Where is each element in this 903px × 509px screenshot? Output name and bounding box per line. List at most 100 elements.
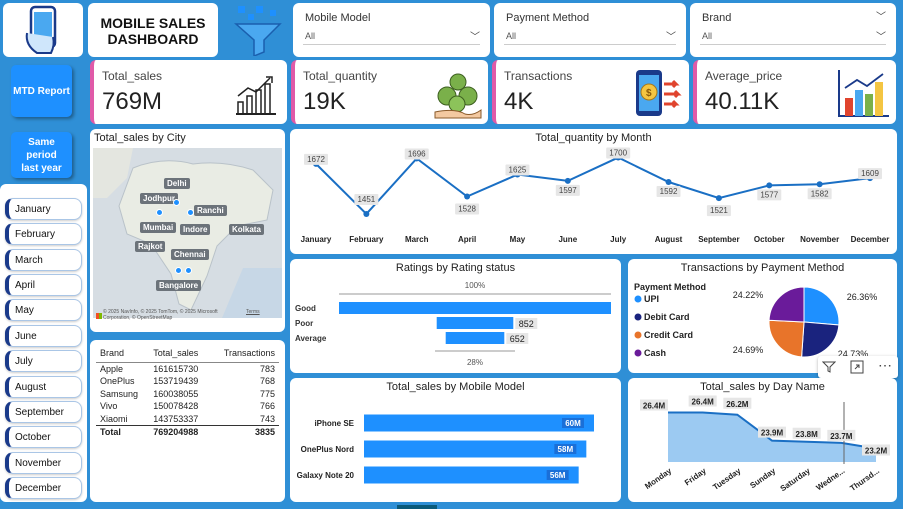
city-bubble[interactable] [187, 209, 194, 216]
kpi-label: Average_price [705, 69, 783, 83]
city-label-bangalore[interactable]: Bangalore [156, 280, 202, 291]
page-tab-indicator [397, 505, 437, 509]
more-options-icon[interactable]: ⋯ [878, 357, 892, 374]
kpi-label: Total_quantity [303, 69, 378, 83]
annotation: 28% [467, 358, 483, 367]
brand-slicer[interactable]: Brand ﹀ ﹀ All [690, 3, 896, 57]
month-button-may[interactable]: May [5, 299, 82, 321]
data-label: 56M [550, 471, 566, 480]
x-tick-label: June [558, 235, 577, 244]
data-label: 23.7M [830, 432, 853, 441]
cell: 160038055 [153, 388, 199, 399]
month-button-june[interactable]: June [5, 325, 82, 347]
city-label-delhi[interactable]: Delhi [164, 178, 190, 189]
mobile-model-slicer[interactable]: Mobile Model ﹀ All [293, 3, 490, 57]
table-header-row: Brand Total_sales Transactions [96, 346, 279, 363]
legend-marker [634, 295, 642, 303]
x-tick-label: Thursd... [848, 466, 881, 493]
filter-icon[interactable] [822, 360, 836, 374]
bar [364, 440, 587, 458]
x-tick-label: November [800, 235, 839, 244]
cell: 143753337 [153, 413, 199, 424]
kpi-label: Transactions [504, 69, 573, 83]
data-point [816, 181, 823, 188]
focus-mode-icon[interactable] [850, 360, 864, 374]
city-label-kolkata[interactable]: Kolkata [229, 224, 264, 235]
data-label: 1625 [509, 166, 527, 175]
kpi-value: 769M [102, 88, 163, 115]
city-label-ranchi[interactable]: Ranchi [194, 205, 227, 216]
data-label: 60M [565, 419, 581, 428]
slicer-dropdown[interactable]: All [504, 27, 676, 45]
data-label: 1451 [357, 195, 375, 204]
table-row: Samsung 160038055 775 [96, 388, 279, 401]
column-header[interactable]: Brand [96, 346, 150, 363]
map-attribution: © 2025 NavInfo, © 2025 TomTom, © 2025 Mi… [103, 309, 218, 321]
ratings-funnel-chart[interactable]: 100% Good Poor 852 Average 652 28% [290, 259, 621, 373]
legend-label: UPI [644, 294, 659, 304]
legend-marker [634, 331, 642, 339]
data-point [363, 210, 370, 217]
data-label: 1582 [811, 189, 829, 198]
month-button-december[interactable]: December [5, 477, 82, 499]
map-title: Total_sales by City [94, 132, 186, 144]
bar [436, 317, 514, 329]
bar [364, 414, 594, 432]
slicer-dropdown[interactable]: All [303, 27, 480, 45]
data-label: 23.8M [796, 430, 819, 439]
growth-chart-icon [236, 76, 276, 115]
month-button-february[interactable]: February [5, 223, 82, 245]
column-header[interactable]: Transactions [210, 346, 279, 363]
city-bubble[interactable] [185, 267, 192, 274]
model-bar-chart[interactable]: iPhone SE 60M OnePlus Nord 58M Galaxy Note 2… [290, 378, 621, 502]
quantity-line-chart[interactable]: 1672 January 1451 February 1696 March 1528 Apri… [290, 129, 897, 254]
data-point [766, 182, 773, 189]
data-label: 652 [510, 334, 525, 344]
data-label: 1521 [710, 206, 728, 215]
month-button-january[interactable]: January [5, 198, 82, 220]
page-title-line2: DASHBOARD [107, 31, 199, 47]
kpi-average-price: Average_price 40.11K [693, 60, 896, 124]
data-label: 23.9M [761, 429, 784, 438]
month-button-october[interactable]: October [5, 426, 82, 448]
series-line [315, 156, 871, 216]
pie-slice [768, 319, 805, 358]
data-label: 1700 [609, 149, 627, 158]
legend-label: Debit Card [644, 312, 690, 322]
day-area-chart[interactable]: 26.4M Monday 26.4M Friday 26.2M Tuesday 23.9M S… [628, 378, 897, 502]
category-label: Poor [295, 319, 313, 328]
kpi-value: 19K [303, 88, 346, 115]
same-period-last-year-button[interactable]: Same period last year [11, 132, 72, 178]
mtd-report-button[interactable]: MTD Report [11, 65, 72, 117]
x-tick-label: Sunday [748, 466, 777, 490]
legend-label: Cash [644, 348, 666, 358]
x-tick-label: September [698, 235, 739, 244]
month-button-april[interactable]: April [5, 274, 82, 296]
city-bubble[interactable] [156, 209, 163, 216]
chevron-down-icon[interactable]: ﹀ [876, 8, 886, 23]
quantity-by-month-card: Total_quantity by Month 1672 January 1451 F… [290, 129, 897, 254]
city-label-chennai[interactable]: Chennai [171, 249, 209, 260]
map-terms-link[interactable]: Terms [246, 309, 260, 315]
city-label-rajkot[interactable]: Rajkot [135, 241, 166, 252]
data-label: 23.2M [865, 447, 888, 456]
pie-slice [801, 321, 840, 358]
month-button-september[interactable]: September [5, 401, 82, 423]
cell: 766 [259, 401, 275, 412]
x-tick-label: Monday [643, 466, 673, 491]
city-label-indore[interactable]: Indore [180, 224, 211, 235]
svg-text:$: $ [646, 88, 652, 99]
slicer-dropdown[interactable]: All [700, 27, 886, 45]
month-button-march[interactable]: March [5, 249, 82, 271]
payment-method-slicer[interactable]: Payment Method ﹀ All [494, 3, 686, 57]
column-header[interactable]: Total_sales [149, 346, 211, 363]
x-tick-label: January [301, 235, 332, 244]
month-button-november[interactable]: November [5, 452, 82, 474]
city-bubble[interactable] [175, 267, 182, 274]
city-bubble[interactable] [173, 199, 180, 206]
city-label-mumbai[interactable]: Mumbai [140, 222, 177, 233]
brand-table: Brand Total_sales Transactions Apple 1616… [96, 346, 279, 438]
cell: 775 [259, 388, 275, 399]
month-button-august[interactable]: August [5, 376, 82, 398]
month-button-july[interactable]: July [5, 350, 82, 372]
